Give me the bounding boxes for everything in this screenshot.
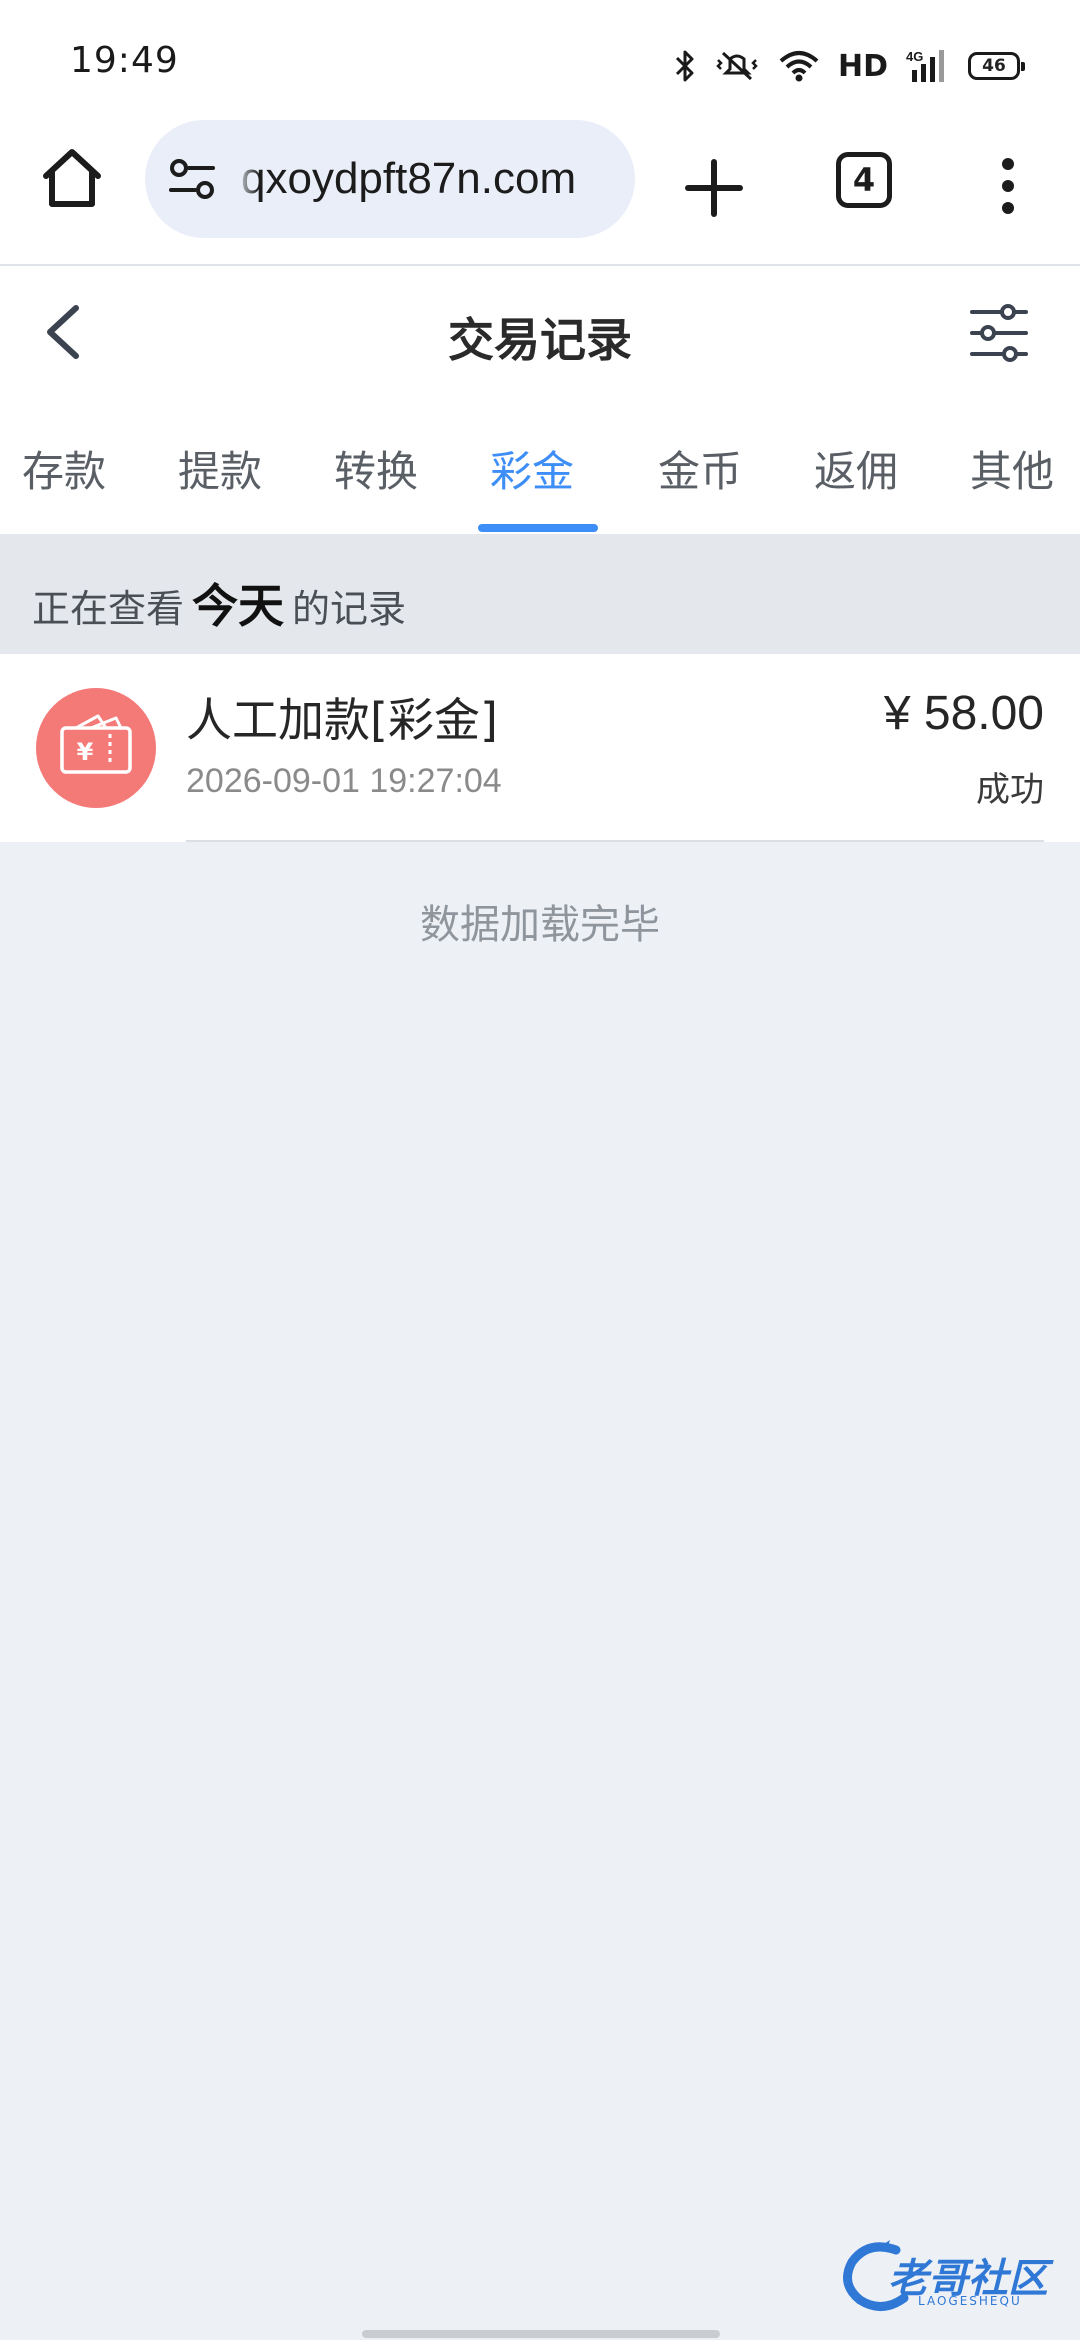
watermark-subtext: LAOGESHEQU (918, 2294, 1022, 2308)
mute-vibrate-icon (716, 51, 758, 81)
status-icons: HD 4G 46 (674, 44, 1025, 88)
tab-deposit[interactable]: 存款 (22, 438, 106, 499)
svg-text:4G: 4G (906, 49, 923, 64)
viewing-prefix: 正在查看 (32, 587, 185, 631)
svg-text:¥: ¥ (77, 738, 94, 766)
home-icon[interactable] (38, 144, 106, 212)
active-tab-indicator (478, 524, 598, 532)
watermark-logo: 老哥社区 LAOGESHEQU (838, 2236, 1068, 2316)
url-text[interactable]: qxoydpft87n.com (234, 154, 576, 206)
more-menu-icon[interactable] (990, 154, 1026, 218)
divider (186, 840, 1044, 842)
page-title: 交易记录 (448, 313, 632, 367)
list-item[interactable]: ¥ 人工加款[彩金] 2026-09-01 19:27:04 ¥ 58.00 成… (0, 654, 1080, 842)
record-title: 人工加款[彩金] (186, 693, 498, 747)
status-bar: 19:49 HD 4G 46 (0, 0, 1080, 118)
site-settings-icon[interactable] (167, 156, 217, 202)
wifi-icon (779, 51, 819, 82)
status-time: 19:49 (70, 40, 179, 81)
category-tabs: 存款 提款 转换 彩金 金币 返佣 其他 (0, 396, 1080, 534)
address-bar[interactable]: qxoydpft87n.com (145, 120, 635, 238)
bonus-voucher-icon: ¥ (36, 688, 156, 808)
network-label: HD (837, 48, 888, 84)
tab-bonus[interactable]: 彩金 (490, 438, 574, 499)
viewing-period-text: 正在查看 今天 的记录 (32, 570, 406, 636)
tab-rebate[interactable]: 返佣 (814, 438, 898, 499)
page-header: 交易记录 (0, 266, 1080, 396)
record-status: 成功 (976, 770, 1044, 810)
browser-toolbar: qxoydpft87n.com 4 (0, 118, 1080, 266)
tab-other[interactable]: 其他 (970, 438, 1054, 499)
viewing-suffix: 的记录 (292, 587, 407, 631)
record-time: 2026-09-01 19:27:04 (186, 762, 502, 800)
filter-icon[interactable] (968, 302, 1030, 364)
gesture-navigation-bar[interactable] (362, 2330, 720, 2338)
viewing-period[interactable]: 今天 (192, 579, 284, 633)
record-amount: ¥ 58.00 (883, 687, 1044, 740)
list-end-message: 数据加载完毕 (420, 902, 660, 948)
battery-icon: 46 (968, 52, 1025, 80)
bluetooth-icon (675, 50, 694, 82)
tab-withdraw[interactable]: 提款 (178, 438, 262, 499)
4g-signal-icon: 4G (906, 49, 944, 82)
tab-coins[interactable]: 金币 (658, 438, 742, 499)
new-tab-icon[interactable] (682, 156, 746, 220)
tab-switcher-button[interactable]: 4 (836, 152, 892, 208)
viewing-period-bar: 正在查看 今天 的记录 (0, 534, 1080, 654)
tab-transfer[interactable]: 转换 (334, 438, 418, 499)
